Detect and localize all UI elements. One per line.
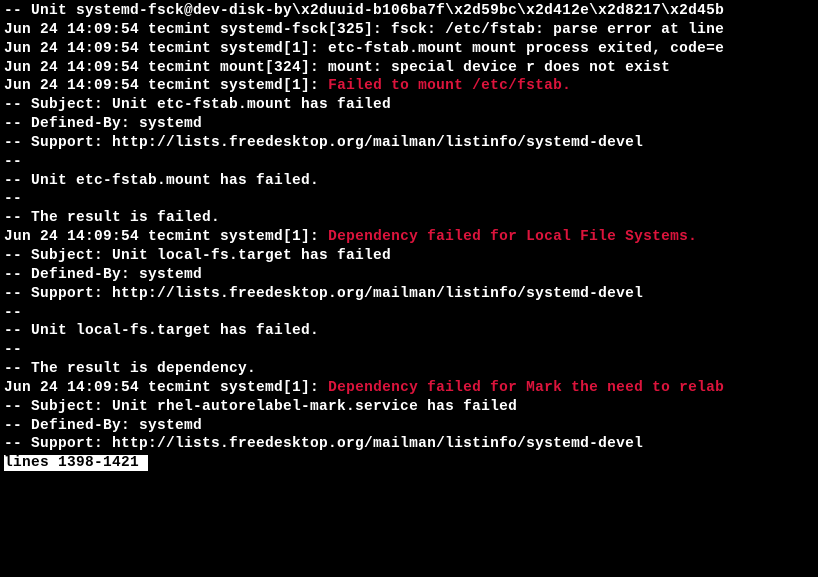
log-text: Jun 24 14:09:54 tecmint systemd[1]: (4, 78, 328, 94)
log-line: -- The result is failed. (4, 209, 814, 228)
pager-status-text: lines 1398-1421 (4, 455, 139, 471)
log-text: -- Subject: Unit etc-fstab.mount has fai… (4, 97, 391, 113)
cursor (139, 455, 148, 471)
log-text: -- The result is dependency. (4, 361, 256, 377)
log-line: -- (4, 304, 814, 323)
log-line: Jun 24 14:09:54 tecmint systemd-fsck[325… (4, 21, 814, 40)
log-line: -- Support: http://lists.freedesktop.org… (4, 134, 814, 153)
log-text: -- Defined-By: systemd (4, 418, 202, 434)
log-error-text: Dependency failed for Mark the need to r… (328, 380, 724, 396)
log-line: -- Subject: Unit local-fs.target has fai… (4, 247, 814, 266)
log-error-text: Failed to mount /etc/fstab. (328, 78, 571, 94)
log-text: Jun 24 14:09:54 tecmint systemd-fsck[325… (4, 22, 724, 38)
log-text: -- Support: http://lists.freedesktop.org… (4, 436, 643, 452)
log-text: -- Unit etc-fstab.mount has failed. (4, 173, 319, 189)
log-line: -- Unit etc-fstab.mount has failed. (4, 172, 814, 191)
log-text: -- (4, 191, 22, 207)
log-line: Jun 24 14:09:54 tecmint systemd[1]: Depe… (4, 379, 814, 398)
log-line: -- The result is dependency. (4, 360, 814, 379)
log-text: Jun 24 14:09:54 tecmint systemd[1]: (4, 380, 328, 396)
log-text: -- The result is failed. (4, 210, 220, 226)
log-text: -- Unit systemd-fsck@dev-disk-by\x2duuid… (4, 3, 724, 19)
log-line: -- (4, 190, 814, 209)
log-line: Jun 24 14:09:54 tecmint mount[324]: moun… (4, 59, 814, 78)
log-text: -- Subject: Unit local-fs.target has fai… (4, 248, 391, 264)
log-line: -- Unit local-fs.target has failed. (4, 322, 814, 341)
log-text: -- (4, 305, 22, 321)
log-text: -- Defined-By: systemd (4, 267, 202, 283)
log-line: -- Defined-By: systemd (4, 266, 814, 285)
log-text: Jun 24 14:09:54 tecmint mount[324]: moun… (4, 60, 670, 76)
log-text: Jun 24 14:09:54 tecmint systemd[1]: (4, 229, 328, 245)
log-line: -- Support: http://lists.freedesktop.org… (4, 435, 814, 454)
log-error-text: Dependency failed for Local File Systems… (328, 229, 697, 245)
log-line: Jun 24 14:09:54 tecmint systemd[1]: etc-… (4, 40, 814, 59)
log-line: -- Defined-By: systemd (4, 115, 814, 134)
log-text: -- (4, 342, 22, 358)
log-text: -- (4, 154, 22, 170)
log-line: -- Unit systemd-fsck@dev-disk-by\x2duuid… (4, 2, 814, 21)
log-line: -- (4, 153, 814, 172)
log-text: -- Unit local-fs.target has failed. (4, 323, 319, 339)
log-line: Jun 24 14:09:54 tecmint systemd[1]: Fail… (4, 77, 814, 96)
log-line: -- Subject: Unit etc-fstab.mount has fai… (4, 96, 814, 115)
log-text: -- Subject: Unit rhel-autorelabel-mark.s… (4, 399, 517, 415)
log-text: -- Defined-By: systemd (4, 116, 202, 132)
log-line: Jun 24 14:09:54 tecmint systemd[1]: Depe… (4, 228, 814, 247)
pager-status-line[interactable]: lines 1398-1421 (4, 454, 814, 473)
log-text: -- Support: http://lists.freedesktop.org… (4, 135, 643, 151)
log-line: -- (4, 341, 814, 360)
terminal-output: -- Unit systemd-fsck@dev-disk-by\x2duuid… (4, 2, 814, 454)
log-text: -- Support: http://lists.freedesktop.org… (4, 286, 643, 302)
log-line: -- Support: http://lists.freedesktop.org… (4, 285, 814, 304)
log-line: -- Subject: Unit rhel-autorelabel-mark.s… (4, 398, 814, 417)
log-text: Jun 24 14:09:54 tecmint systemd[1]: etc-… (4, 41, 724, 57)
log-line: -- Defined-By: systemd (4, 417, 814, 436)
